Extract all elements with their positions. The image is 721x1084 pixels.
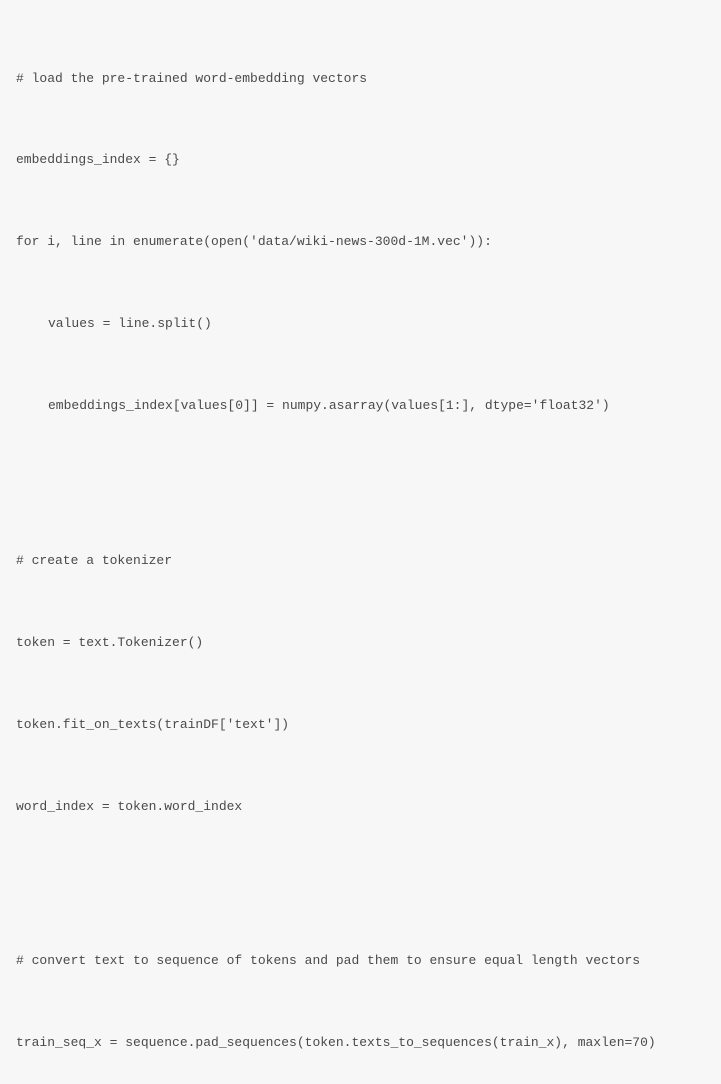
code-line: # convert text to sequence of tokens and… <box>16 947 705 974</box>
code-line: word_index = token.word_index <box>16 793 705 820</box>
code-line: # create a tokenizer <box>16 547 705 574</box>
code-line: embeddings_index[values[0]] = numpy.asar… <box>16 392 705 419</box>
code-line: embeddings_index = {} <box>16 146 705 173</box>
code-line: train_seq_x = sequence.pad_sequences(tok… <box>16 1029 705 1056</box>
code-line: token.fit_on_texts(trainDF['text']) <box>16 711 705 738</box>
code-line: for i, line in enumerate(open('data/wiki… <box>16 228 705 255</box>
code-line: values = line.split() <box>16 310 705 337</box>
code-block: # load the pre-trained word-embedding ve… <box>16 10 705 1084</box>
code-line <box>16 474 705 492</box>
code-line <box>16 874 705 892</box>
code-line: # load the pre-trained word-embedding ve… <box>16 65 705 92</box>
code-line: token = text.Tokenizer() <box>16 629 705 656</box>
